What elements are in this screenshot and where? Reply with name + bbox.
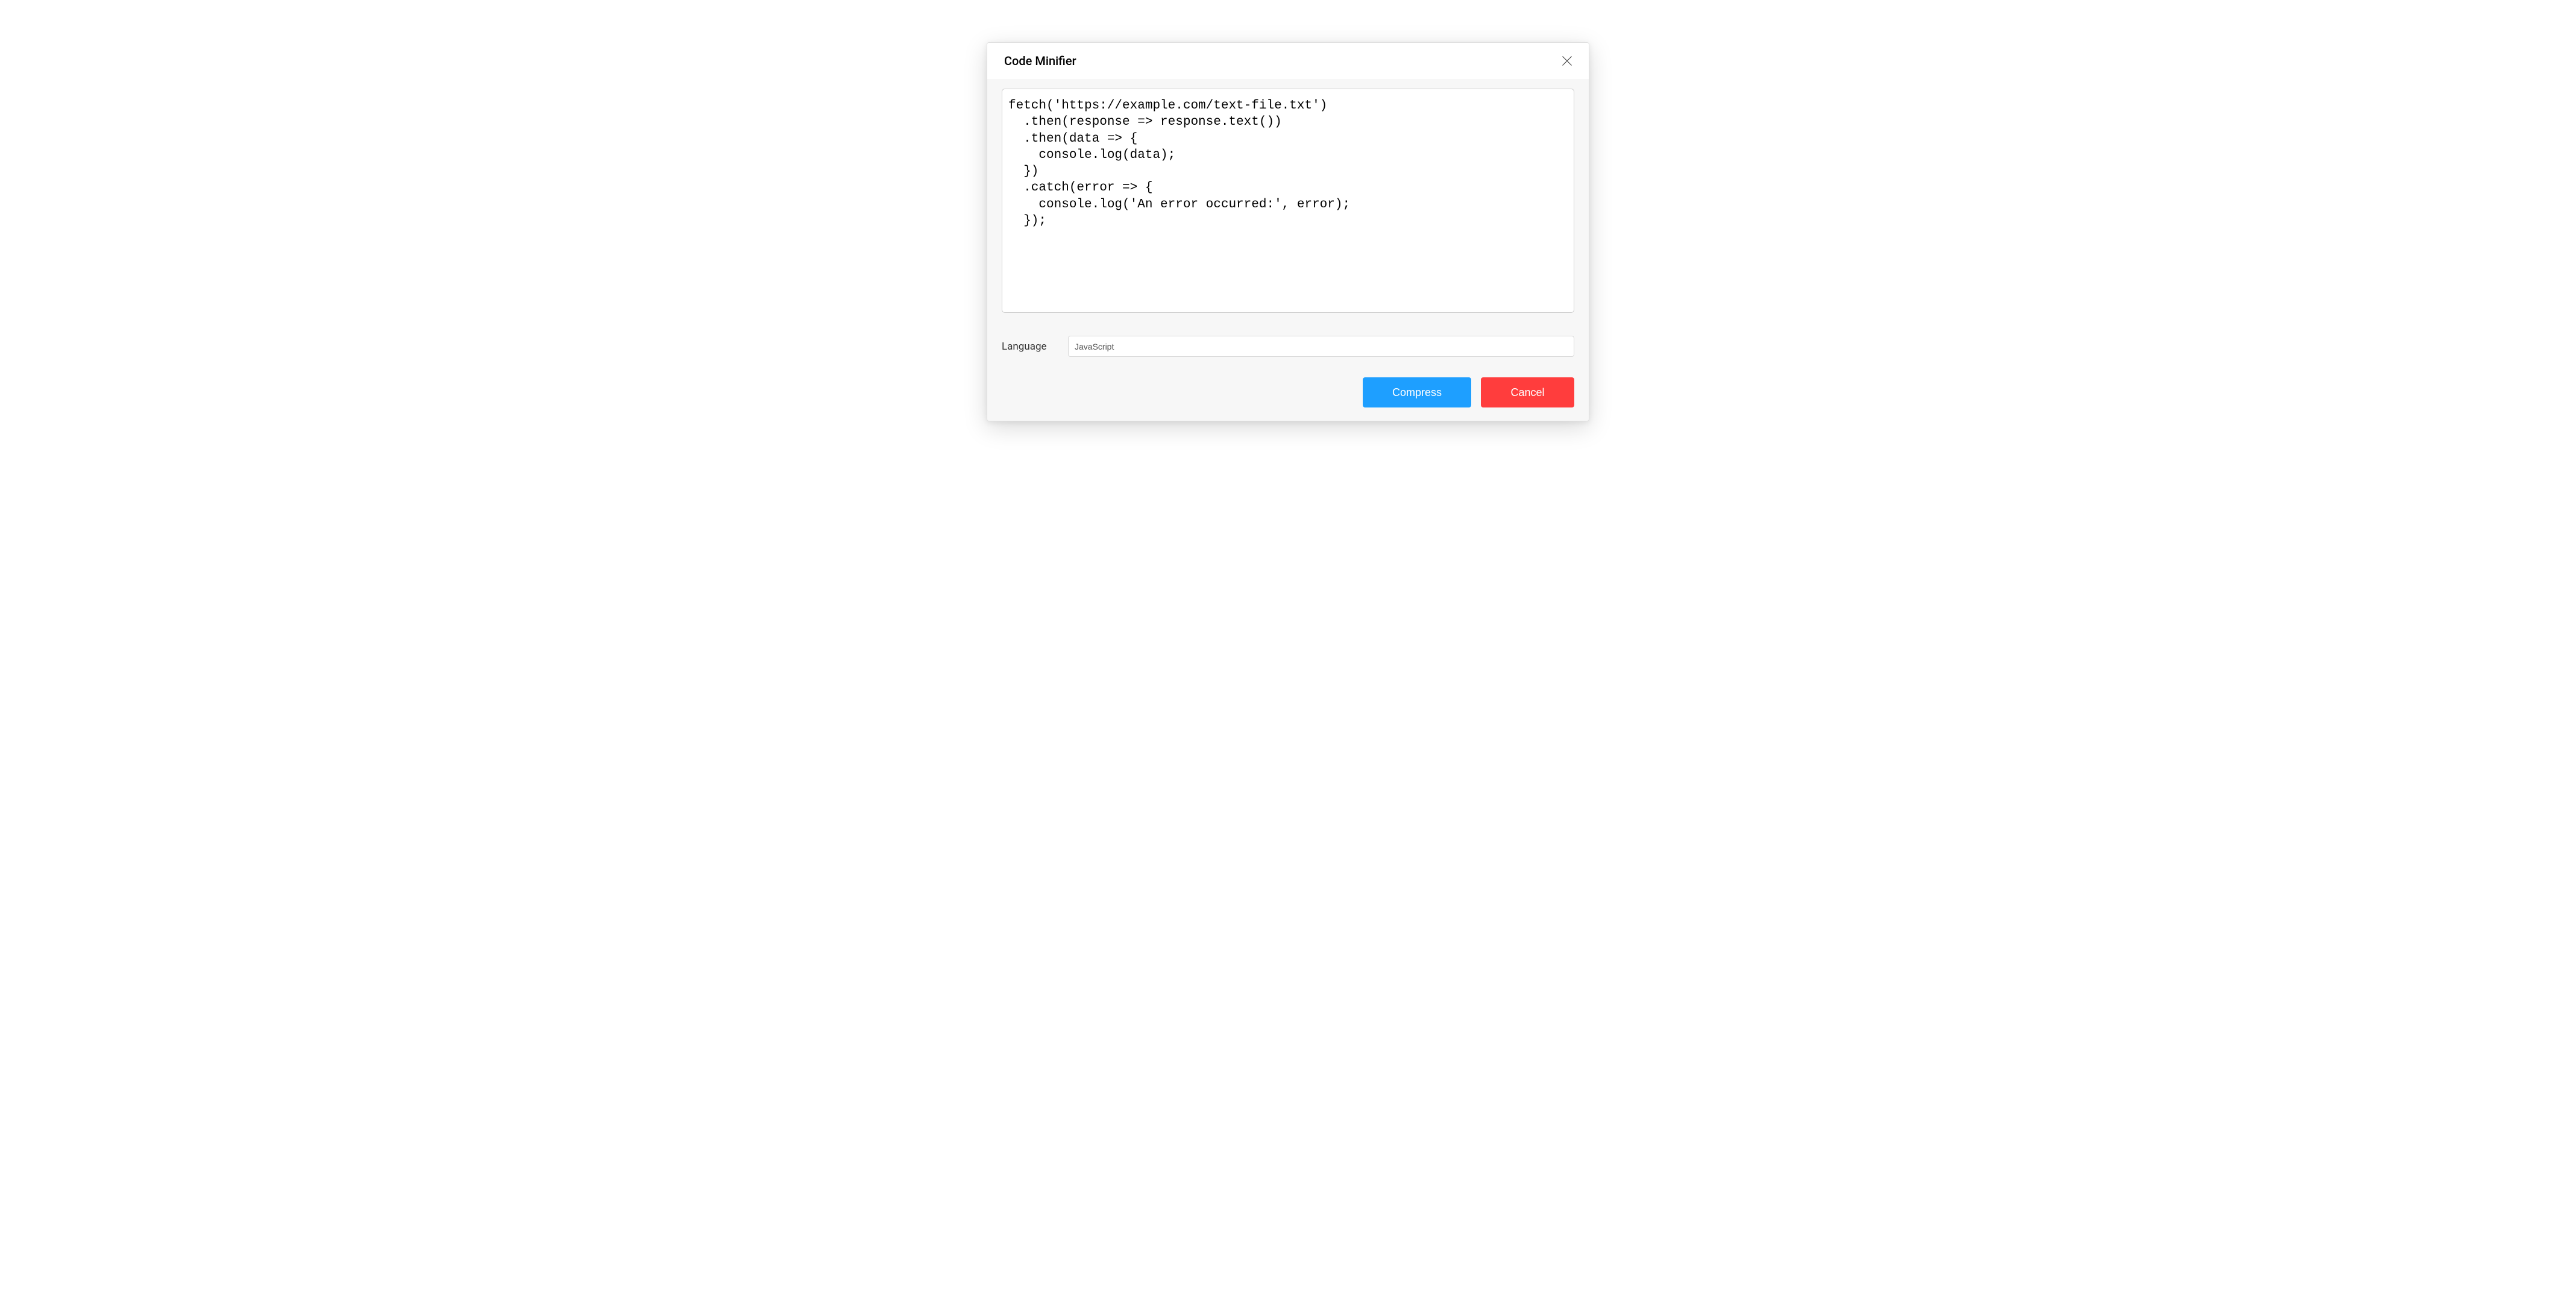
close-icon	[1561, 55, 1573, 67]
modal-body: Language Compress Cancel	[987, 79, 1589, 421]
language-input[interactable]	[1068, 336, 1574, 357]
language-row: Language	[1002, 336, 1574, 357]
button-row: Compress Cancel	[1002, 377, 1574, 407]
language-label: Language	[1002, 341, 1068, 353]
compress-button[interactable]: Compress	[1363, 377, 1471, 407]
code-input[interactable]	[1002, 89, 1574, 313]
close-button[interactable]	[1560, 54, 1574, 68]
modal-title: Code Minifier	[1004, 54, 1076, 68]
cancel-button[interactable]: Cancel	[1481, 377, 1574, 407]
modal-header: Code Minifier	[987, 43, 1589, 79]
code-minifier-modal: Code Minifier Language Compress Cancel	[987, 42, 1589, 421]
